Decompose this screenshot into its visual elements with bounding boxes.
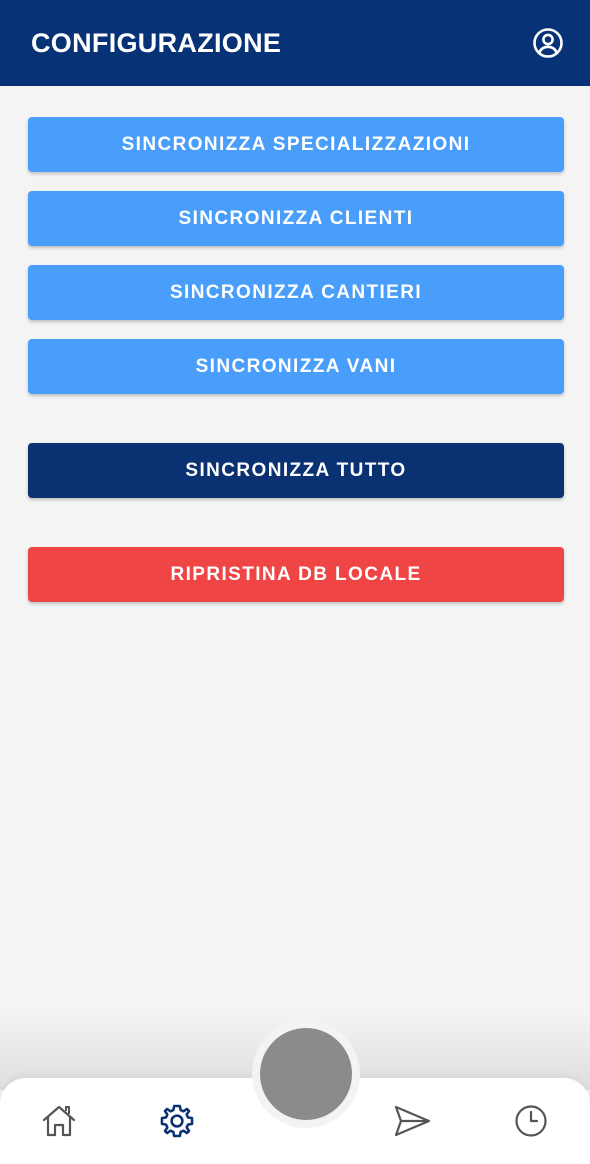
send-icon[interactable] — [392, 1102, 432, 1140]
sync-all-button[interactable]: SINCRONIZZA TUTTO — [28, 443, 564, 498]
page-title: CONFIGURAZIONE — [31, 27, 282, 58]
gear-icon[interactable] — [158, 1102, 196, 1140]
sync-rooms-button[interactable]: SINCRONIZZA VANI — [28, 339, 564, 394]
sync-specializations-button[interactable]: SINCRONIZZA SPECIALIZZAZIONI — [28, 117, 564, 172]
top-app-bar: CONFIGURAZIONE — [0, 0, 590, 86]
user-circle-icon[interactable] — [532, 27, 564, 59]
app-root: CONFIGURAZIONE SINCRONIZZA SPECIALIZZAZI… — [0, 0, 590, 1164]
camera-fab[interactable] — [260, 1028, 352, 1120]
reset-local-db-button[interactable]: RIPRISTINA DB LOCALE — [28, 547, 564, 602]
sync-clients-button[interactable]: SINCRONIZZA CLIENTI — [28, 191, 564, 246]
sync-actions: SINCRONIZZA SPECIALIZZAZIONI SINCRONIZZA… — [28, 117, 564, 602]
home-icon[interactable] — [40, 1102, 78, 1140]
clock-icon[interactable] — [512, 1102, 550, 1140]
sync-sites-button[interactable]: SINCRONIZZA CANTIERI — [28, 265, 564, 320]
